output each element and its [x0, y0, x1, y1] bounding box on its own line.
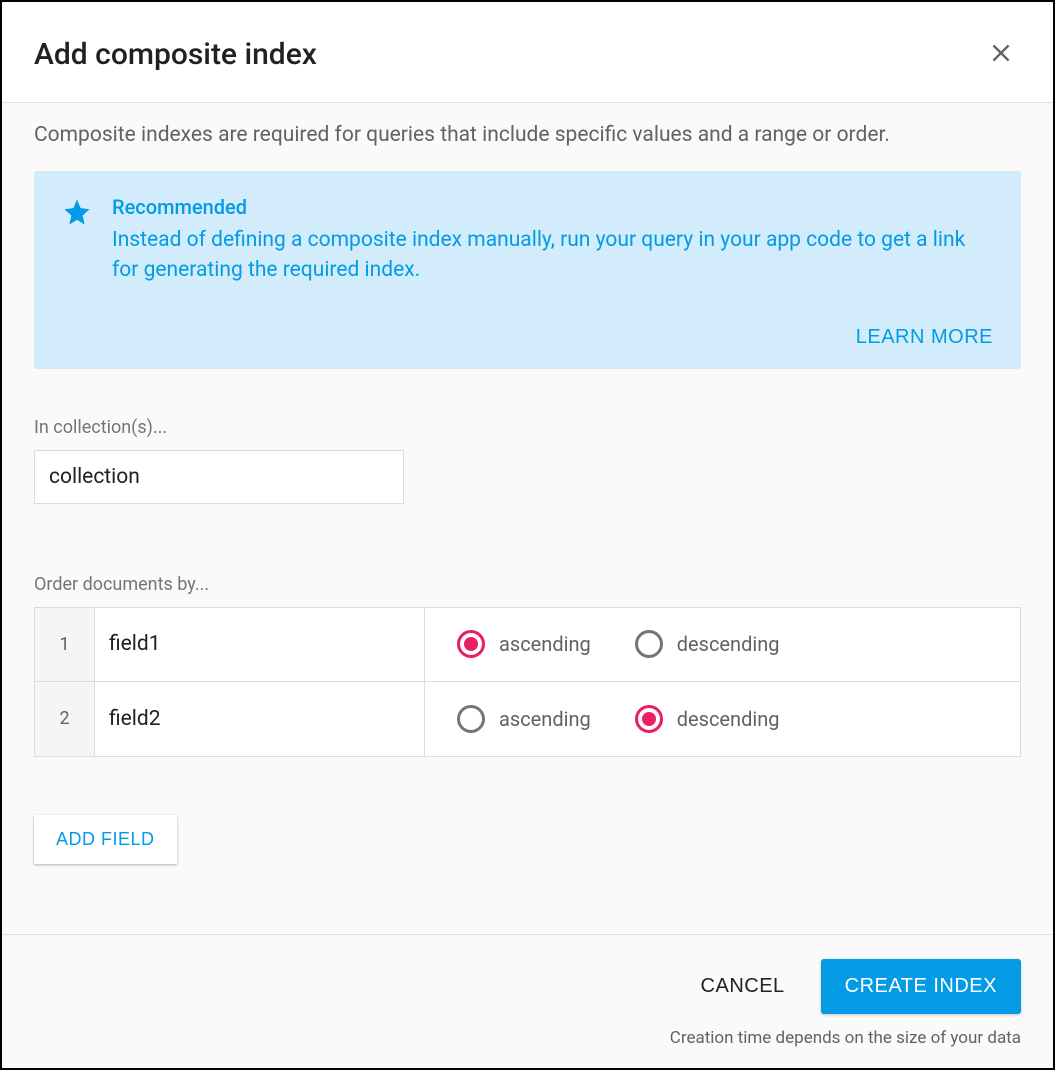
learn-more-link[interactable]: LEARN MORE [856, 326, 993, 349]
dialog-footer: CANCEL CREATE INDEX Creation time depend… [2, 934, 1053, 1068]
field-name-input[interactable] [95, 682, 424, 756]
close-button[interactable] [981, 34, 1021, 74]
order-label: Order documents by... [34, 574, 1021, 595]
dialog-body: Composite indexes are required for queri… [2, 103, 1053, 934]
descending-label: descending [677, 632, 780, 656]
order-row: 1 ascending descending [35, 608, 1020, 682]
add-field-button[interactable]: ADD FIELD [34, 815, 177, 864]
ascending-radio[interactable]: ascending [457, 630, 591, 658]
field-name-input[interactable] [95, 608, 424, 681]
ascending-radio[interactable]: ascending [457, 705, 591, 733]
footer-note: Creation time depends on the size of you… [34, 1028, 1021, 1048]
descending-label: descending [677, 707, 780, 731]
row-number: 1 [35, 608, 95, 681]
radio-unchecked-icon [457, 705, 485, 733]
dialog-description: Composite indexes are required for queri… [34, 123, 1021, 147]
close-icon [988, 40, 1014, 69]
dialog-header: Add composite index [2, 2, 1053, 103]
create-index-button[interactable]: CREATE INDEX [821, 959, 1021, 1014]
dialog-title: Add composite index [34, 37, 317, 72]
descending-radio[interactable]: descending [635, 705, 780, 733]
radio-unchecked-icon [635, 630, 663, 658]
ascending-label: ascending [499, 707, 591, 731]
descending-radio[interactable]: descending [635, 630, 780, 658]
order-table: 1 ascending descending 2 [34, 607, 1021, 757]
star-icon [62, 195, 92, 286]
recommendation-title: Recommended [112, 195, 993, 219]
collection-label: In collection(s)... [34, 417, 1021, 438]
recommendation-body: Instead of defining a composite index ma… [112, 225, 993, 286]
row-number: 2 [35, 682, 95, 756]
radio-checked-icon [635, 705, 663, 733]
recommendation-box: Recommended Instead of defining a compos… [34, 171, 1021, 369]
ascending-label: ascending [499, 632, 591, 656]
order-row: 2 ascending descending [35, 682, 1020, 756]
collection-input[interactable] [34, 450, 404, 504]
cancel-button[interactable]: CANCEL [701, 975, 785, 998]
radio-checked-icon [457, 630, 485, 658]
